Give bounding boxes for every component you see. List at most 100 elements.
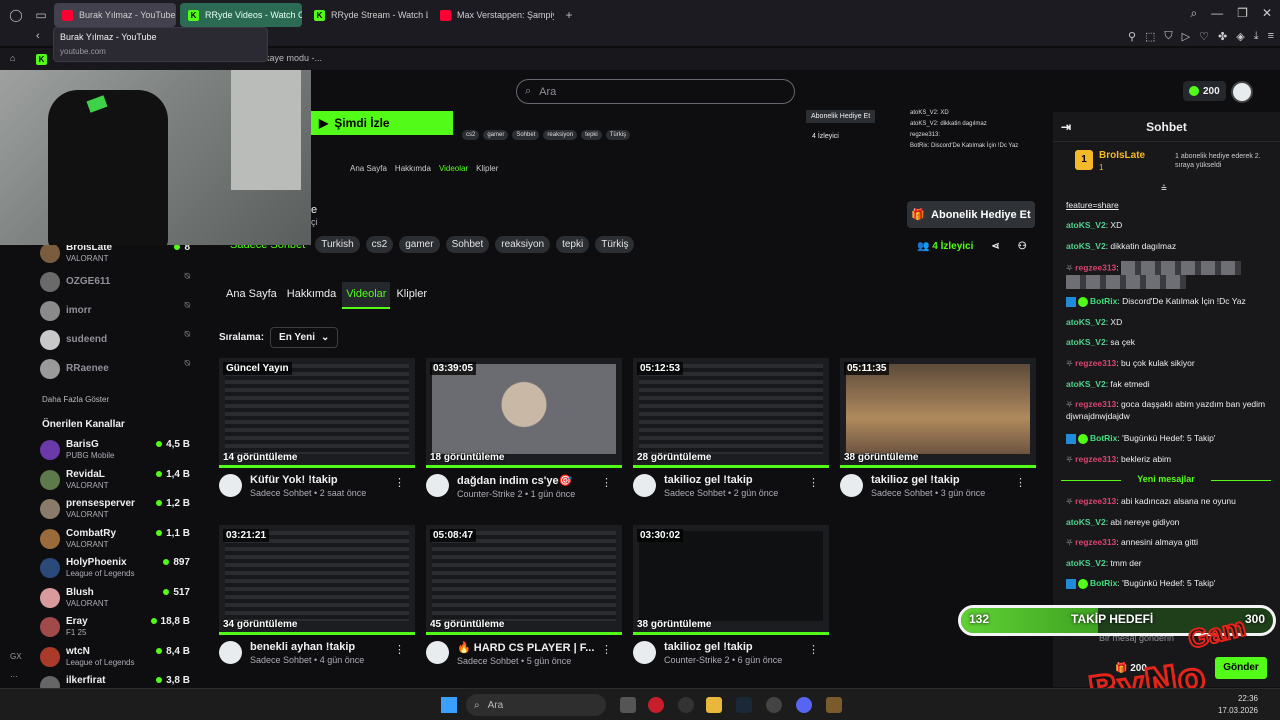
chat-username[interactable]: regzee313 xyxy=(1075,262,1116,272)
video-thumbnail[interactable]: 03:21:21 34 görüntüleme xyxy=(219,525,415,635)
gift-subscription-button[interactable]: 🎁 Abonelik Hediye Et xyxy=(907,201,1035,228)
chat-username[interactable]: regzee313 xyxy=(1075,454,1116,464)
opera-icon[interactable] xyxy=(648,697,664,713)
media-icon[interactable] xyxy=(678,697,694,713)
video-card[interactable]: Güncel Yayın 14 görüntüleme Küfür Yok! !ta… xyxy=(219,358,415,498)
minimize-icon[interactable]: — xyxy=(1211,6,1223,21)
browser-logo-icon[interactable]: ◯ xyxy=(7,6,25,24)
tag-0[interactable]: Turkish xyxy=(315,236,360,253)
tag-2[interactable]: gamer xyxy=(399,236,440,253)
tab-klipler[interactable]: Klipler xyxy=(392,282,431,309)
windows-start-icon[interactable] xyxy=(441,697,457,713)
followed-channel[interactable]: RRaenee ⍉ xyxy=(40,358,190,380)
chat-username[interactable]: atoKS_V2 xyxy=(1066,220,1106,230)
recommended-channel[interactable]: prensesperver VALORANT 1,2 B xyxy=(40,498,190,520)
tab-2[interactable]: K RRyde Stream - Watch Li xyxy=(306,3,428,27)
search-icon[interactable]: ⌕ xyxy=(1190,6,1197,21)
tab-3[interactable]: Max Verstappen: Şampiyo xyxy=(432,3,554,27)
chat-username[interactable]: BotRix xyxy=(1090,578,1117,588)
steam-icon[interactable] xyxy=(736,697,752,713)
video-card[interactable]: 05:12:53 28 görüntüleme takilioz gel !taki… xyxy=(633,358,829,498)
download-icon[interactable]: ⤓ xyxy=(1254,30,1259,43)
chat-username[interactable]: BotRix xyxy=(1090,433,1117,443)
search-input[interactable]: ⌕ Ara xyxy=(516,79,795,104)
recommended-channel[interactable]: HolyPhoenix League of Legends 897 xyxy=(40,557,190,579)
channel-avatar[interactable] xyxy=(219,474,242,497)
system-clock[interactable]: 22:36 17.03.2026 xyxy=(1218,693,1258,717)
tab-hakkımda[interactable]: Hakkımda xyxy=(283,282,341,309)
chat-username[interactable]: regzee313 xyxy=(1075,537,1116,547)
close-icon[interactable]: ✕ xyxy=(1262,6,1272,21)
pin-icon[interactable]: ⚲ xyxy=(1128,30,1136,43)
more-options-icon[interactable]: ⋮ xyxy=(394,476,405,489)
heart-icon[interactable]: ♡ xyxy=(1199,30,1209,43)
video-thumbnail[interactable]: 03:30:02 38 görüntüleme xyxy=(633,525,829,635)
chat-username[interactable]: atoKS_V2 xyxy=(1066,379,1106,389)
video-title[interactable]: benekli ayhan !takip xyxy=(250,641,400,653)
video-title[interactable]: dağdan indim cs'ye🎯 xyxy=(457,474,607,487)
cube-icon[interactable]: ◈ xyxy=(1236,30,1244,43)
video-title[interactable]: takilioz gel !takip xyxy=(664,474,814,486)
recommended-channel[interactable]: wtcN League of Legends 8,4 B xyxy=(40,646,190,668)
tab-0[interactable]: Burak Yılmaz - YouTube✕ xyxy=(54,3,176,27)
tab-1[interactable]: K RRyde Videos - Watch On xyxy=(180,3,302,27)
chat-username[interactable]: BotRix xyxy=(1090,296,1117,306)
extension-icon[interactable]: ✤ xyxy=(1218,30,1227,43)
video-title[interactable]: Küfür Yok! !takip xyxy=(250,474,400,486)
user-avatar[interactable] xyxy=(1231,81,1253,103)
video-thumbnail[interactable]: 05:08:47 45 görüntüleme xyxy=(426,525,622,635)
new-messages-divider[interactable]: Yeni mesajlar xyxy=(1061,474,1271,486)
video-card[interactable]: 03:21:21 34 görüntüleme benekli ayhan !tak… xyxy=(219,525,415,665)
video-card[interactable]: 05:11:35 38 görüntüleme takilioz gel !taki… xyxy=(840,358,1036,498)
more-options-icon[interactable]: ⋮ xyxy=(394,643,405,656)
video-card[interactable]: 05:08:47 45 görüntüleme 🔥 HARD CS PLAYER |… xyxy=(426,525,622,666)
more-options-icon[interactable]: ⋮ xyxy=(601,476,612,489)
chat-username[interactable]: atoKS_V2 xyxy=(1066,317,1106,327)
chat-username[interactable]: regzee313 xyxy=(1075,399,1116,409)
add-friend-icon[interactable]: ⚇ xyxy=(1018,241,1027,252)
video-thumbnail[interactable]: 03:39:05 18 görüntüleme xyxy=(426,358,622,468)
followed-channel[interactable]: BroIsLate VALORANT 8 xyxy=(40,242,190,264)
pinned-user[interactable]: BroIsLate xyxy=(1099,150,1145,161)
app-icon[interactable] xyxy=(766,697,782,713)
chat-username[interactable]: atoKS_V2 xyxy=(1066,517,1106,527)
chat-username[interactable]: regzee313 xyxy=(1075,496,1116,506)
collapse-chat-icon[interactable]: ⇥ xyxy=(1061,120,1071,134)
channel-avatar[interactable] xyxy=(633,474,656,497)
menu-icon[interactable]: ≡ xyxy=(1268,30,1274,43)
chat-username[interactable]: atoKS_V2 xyxy=(1066,558,1106,568)
channel-avatar[interactable] xyxy=(426,474,449,497)
new-tab-icon[interactable]: + xyxy=(560,6,578,24)
tag-4[interactable]: reaksiyon xyxy=(495,236,551,253)
recommended-channel[interactable]: Eray F1 25 18,8 B xyxy=(40,616,190,638)
tag-6[interactable]: Türkiş xyxy=(595,236,635,253)
file-explorer-icon[interactable] xyxy=(706,697,722,713)
tag-5[interactable]: tepki xyxy=(556,236,590,253)
more-options-icon[interactable]: ⋮ xyxy=(1015,476,1026,489)
video-title[interactable]: 🔥 HARD CS PLAYER | F... xyxy=(457,641,607,654)
sidebar-toggle-icon[interactable]: ⌂ xyxy=(10,53,15,63)
taskbar-search[interactable]: ⌕ Ara xyxy=(466,694,606,716)
task-view-icon[interactable] xyxy=(620,697,636,713)
video-card[interactable]: 03:39:05 18 görüntüleme dağdan indim cs'ye… xyxy=(426,358,622,499)
more-options-icon[interactable]: ⋮ xyxy=(808,476,819,489)
video-title[interactable]: takilioz gel !takip xyxy=(664,641,814,653)
chat-username[interactable]: regzee313 xyxy=(1075,358,1116,368)
followed-channel[interactable]: sudeend ⍉ xyxy=(40,329,190,351)
screenshot-icon[interactable]: ⬚ xyxy=(1145,30,1155,43)
more-options-icon[interactable]: ⋮ xyxy=(601,643,612,656)
channel-avatar[interactable] xyxy=(840,474,863,497)
tag-3[interactable]: Sohbet xyxy=(445,236,490,253)
chat-username[interactable]: atoKS_V2 xyxy=(1066,241,1106,251)
watch-now-button[interactable]: ▶ Şimdi İzle xyxy=(311,111,453,135)
channel-avatar[interactable] xyxy=(219,641,242,664)
chat-username[interactable]: atoKS_V2 xyxy=(1066,337,1106,347)
recommended-channel[interactable]: RevidaL VALORANT 1,4 B xyxy=(40,469,190,491)
back-icon[interactable]: ‹ xyxy=(36,30,40,42)
video-thumbnail[interactable]: 05:12:53 28 görüntüleme xyxy=(633,358,829,468)
video-thumbnail[interactable]: Güncel Yayın 14 görüntüleme xyxy=(219,358,415,468)
game-icon[interactable] xyxy=(826,697,842,713)
sort-select[interactable]: En Yeni ⌄ xyxy=(270,327,339,348)
more-icon[interactable]: ⋯ xyxy=(10,672,18,681)
tag-1[interactable]: cs2 xyxy=(365,236,394,253)
